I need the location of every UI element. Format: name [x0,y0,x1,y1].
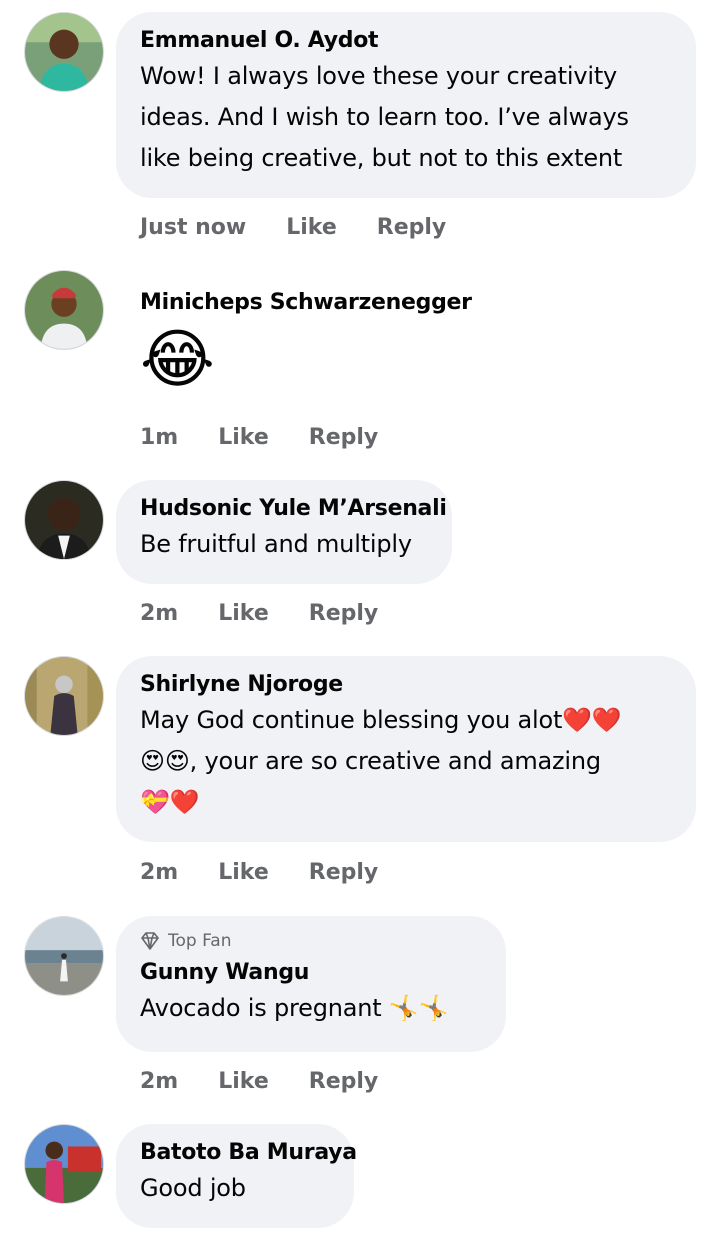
comment-text-line: like being creative, but not to this ext… [140,144,623,172]
top-fan-badge: Top Fan [140,930,482,952]
comment-bubble: Hudsonic Yule M’Arsenali Be fruitful and… [116,480,452,584]
comment-author[interactable]: Hudsonic Yule M’Arsenali [140,494,447,524]
comment-actions: 2m Like Reply [140,859,418,887]
avatar[interactable] [24,916,104,996]
comment-emoji: 😂 [140,323,215,397]
comment-timestamp[interactable]: 2m [140,600,178,628]
comment-author[interactable]: Gunny Wangu [140,958,482,988]
comment-text-line: Good job [140,1174,246,1202]
like-button[interactable]: Like [286,214,337,242]
comment-text-line: Wow! I always love these your creativity [140,62,618,90]
like-button[interactable]: Like [218,424,269,452]
reply-button[interactable]: Reply [309,859,379,887]
reply-button[interactable]: Reply [309,1068,379,1096]
diamond-icon [141,932,159,950]
comment-bubble: Emmanuel O. Aydot Wow! I always love the… [116,12,696,198]
comment-actions: 2m Like Reply [140,600,418,628]
avatar[interactable] [24,12,104,92]
comment-text-line: Avocado is pregnant 🤸🤸 [140,994,449,1022]
avatar[interactable] [24,270,104,350]
reply-button[interactable]: Reply [309,424,379,452]
comment-timestamp[interactable]: 1m [140,424,178,452]
comment-actions: 1m Like Reply [140,424,418,452]
comment-text-line: ideas. And I wish to learn too. I’ve alw… [140,103,629,131]
comment-text-line: 😍😍, your are so creative and amazing [140,747,601,775]
comment-text-line: May God continue blessing you alot❤️❤️ [140,706,622,734]
comment-timestamp[interactable]: 2m [140,859,178,887]
avatar[interactable] [24,480,104,560]
comment-text-line: 💝❤️ [140,788,200,816]
comment-author[interactable]: Shirlyne Njoroge [140,670,672,700]
reply-button[interactable]: Reply [377,214,447,242]
avatar[interactable] [24,656,104,736]
comment-author[interactable]: Minicheps Schwarzenegger [140,288,472,318]
avatar[interactable] [24,1124,104,1204]
reply-button[interactable]: Reply [309,600,379,628]
like-button[interactable]: Like [218,859,269,887]
badge-label: Top Fan [168,931,232,951]
like-button[interactable]: Like [218,600,269,628]
comment-actions: 2m Like Reply [140,1068,418,1096]
comment-timestamp[interactable]: 2m [140,1068,178,1096]
like-button[interactable]: Like [218,1068,269,1096]
comment-bubble: Top Fan Gunny Wangu Avocado is pregnant … [116,916,506,1052]
comment-author[interactable]: Emmanuel O. Aydot [140,26,672,56]
comment-timestamp[interactable]: Just now [140,214,246,242]
comment-actions: Just now Like Reply [140,214,486,242]
comment-bubble: Shirlyne Njoroge May God continue blessi… [116,656,696,842]
comment-author[interactable]: Batoto Ba Muraya [140,1138,357,1168]
comment-bubble: Batoto Ba Muraya Good job [116,1124,357,1228]
comment-text-line: Be fruitful and multiply [140,530,412,558]
